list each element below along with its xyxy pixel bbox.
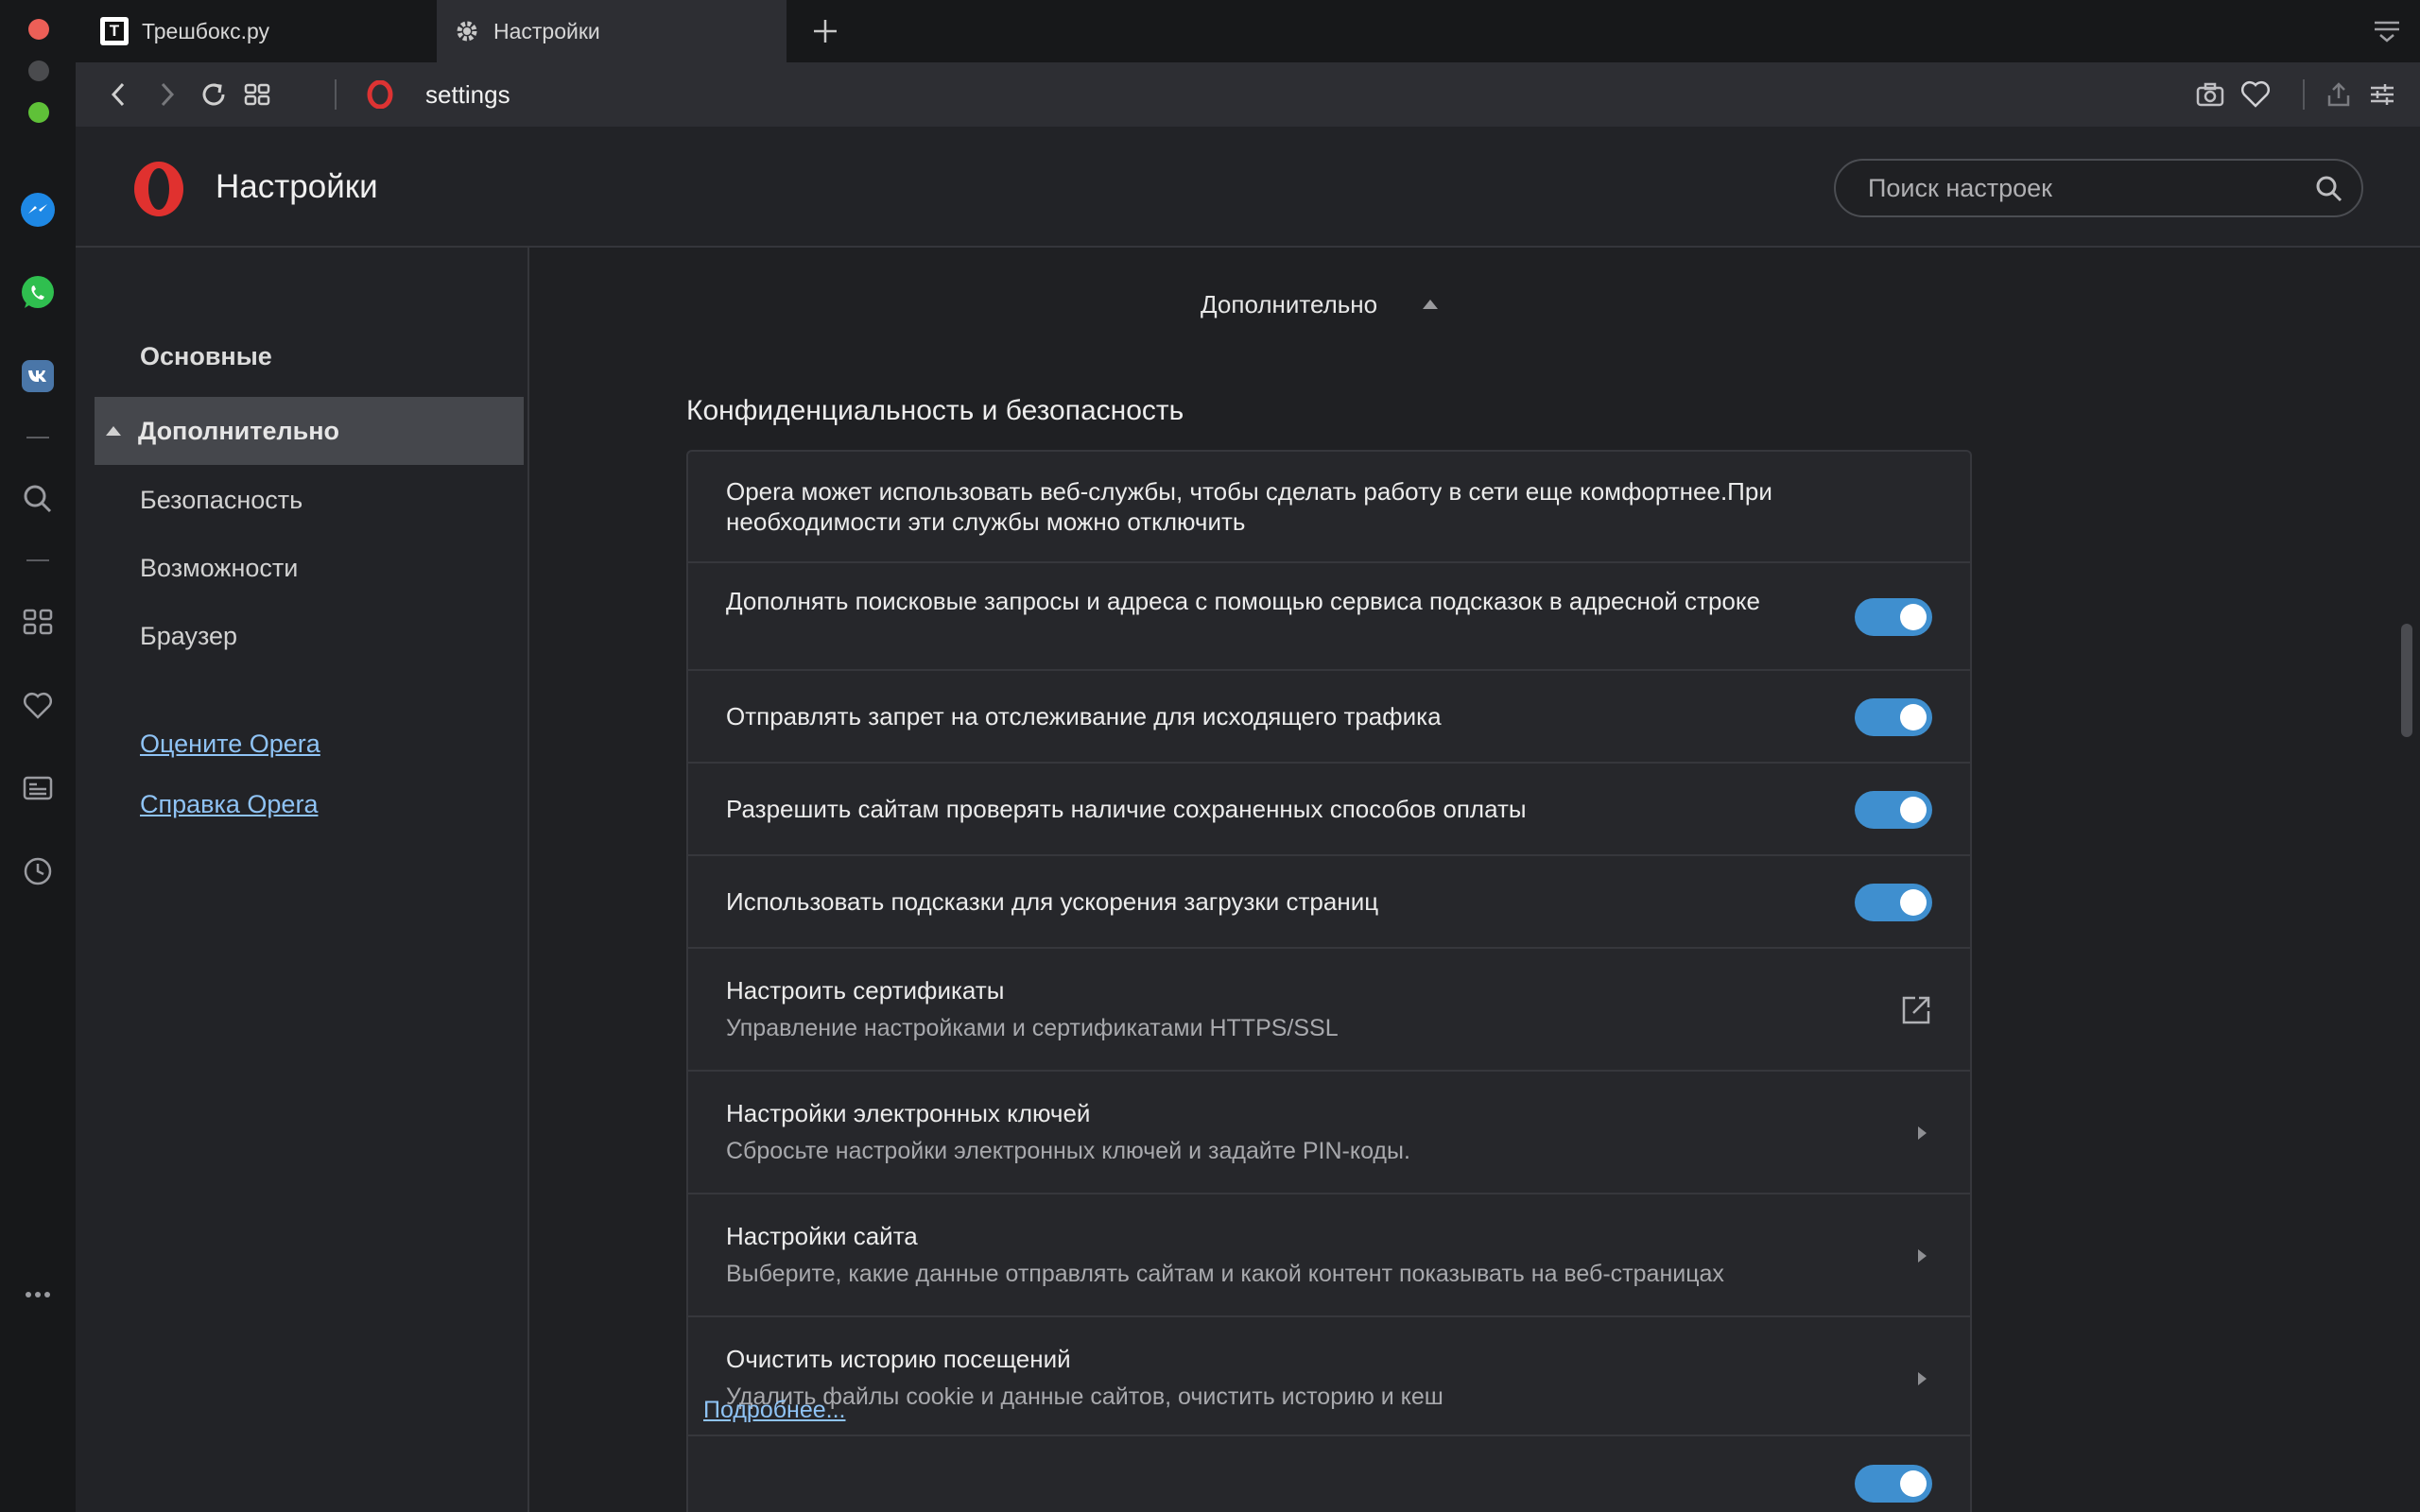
setting-row-site-settings[interactable]: Настройки сайта Выберите, какие данные о… [688,1193,1970,1315]
setting-row-payment-methods: Разрешить сайтам проверять наличие сохра… [688,762,1970,854]
caret-up-icon [106,426,121,436]
history-clock-icon[interactable] [17,850,59,892]
search-suggestions-toggle[interactable] [1855,598,1932,636]
bookmark-heart-icon[interactable] [2235,74,2276,115]
forward-button[interactable] [146,74,187,115]
minimize-window-button[interactable] [28,60,49,81]
whatsapp-icon[interactable] [17,272,59,314]
setting-label: Дополнять поисковые запросы и адреса с п… [726,587,1761,615]
reload-icon [202,83,225,106]
plus-icon [814,20,837,43]
intro-text: Opera может использовать веб-службы, что… [726,477,1772,536]
setting-row-clear-history[interactable]: Очистить историю посещений Удалить файлы… [688,1315,1970,1438]
search-icon[interactable] [17,478,59,520]
reload-button[interactable] [193,74,234,115]
setting-row-cutoff [688,1435,1970,1512]
opera-help-link[interactable]: Справка Opera [140,790,318,819]
scrollbar-thumb[interactable] [2401,624,2412,737]
new-tab-button[interactable] [804,9,847,53]
chevron-right-icon [1918,1249,1927,1263]
gear-icon [457,21,477,42]
intro-row: Opera может использовать веб-службы, что… [688,452,1970,561]
more-info-link[interactable]: Подробнее... [703,1397,846,1424]
setting-title: Настройки электронных ключей [726,1099,1091,1127]
search-input[interactable] [1868,161,2303,215]
rate-opera-link[interactable]: Оцените Opera [140,730,320,759]
chevron-right-icon [1918,1126,1927,1140]
tab-grid-button[interactable] [236,74,278,115]
nav-item-browser[interactable]: Браузер [140,622,237,651]
setting-row-preload: Использовать подсказки для ускорения заг… [688,854,1970,947]
sidebar-divider [26,437,49,438]
tab-treshbox[interactable]: T Трешбокс.ру [87,0,418,62]
caret-up-icon [1423,300,1439,309]
sidebar-divider [26,559,49,561]
speed-dial-icon[interactable] [17,601,59,643]
nav-item-basic[interactable]: Основные [140,342,272,371]
news-icon[interactable] [17,767,59,809]
back-button[interactable] [98,74,140,115]
setting-subtitle: Управление настройками и сертификатами H… [726,1015,1339,1041]
setting-subtitle: Выберите, какие данные отправлять сайтам… [726,1261,1724,1287]
external-link-icon [1902,996,1930,1024]
opera-sidebar [0,0,76,1512]
nav-item-advanced[interactable]: Дополнительно [95,397,524,465]
advanced-toggle-label: Дополнительно [1201,289,1378,318]
address-divider [2303,79,2305,110]
settings-search [1834,159,2363,217]
setting-title: Настроить сертификаты [726,976,1005,1005]
settings-main: Дополнительно Конфиденциальность и безоп… [531,248,2420,1512]
chevron-right-icon [1918,1372,1927,1385]
setting-row-security-keys[interactable]: Настройки электронных ключей Сбросьте на… [688,1070,1970,1193]
search-icon[interactable] [2312,172,2346,206]
settings-nav: Основные Дополнительно Безопасность Возм… [76,248,529,1512]
opera-site-icon [359,74,401,115]
opera-logo-icon [134,162,183,216]
address-bar: settings [76,62,2420,127]
messenger-icon[interactable] [17,189,59,231]
payment-methods-toggle[interactable] [1855,791,1932,829]
setting-title: Настройки сайта [726,1222,918,1250]
setting-row-do-not-track: Отправлять запрет на отслеживание для ис… [688,669,1970,762]
share-icon[interactable] [2318,74,2360,115]
nav-item-security[interactable]: Безопасность [140,486,302,515]
tab-label: Трешбокс.ру [142,18,270,43]
settings-header: Настройки [76,127,2420,248]
more-dots-icon[interactable] [17,1274,59,1315]
cutoff-toggle[interactable] [1855,1465,1932,1503]
bookmarks-heart-icon[interactable] [17,684,59,726]
tab-settings[interactable]: Настройки [437,0,786,62]
setting-row-search-suggestions: Дополнять поисковые запросы и адреса с п… [688,561,1970,669]
do-not-track-toggle[interactable] [1855,698,1932,736]
treshbox-favicon-icon: T [100,17,129,45]
easy-setup-icon[interactable] [2361,74,2403,115]
address-divider [335,79,337,110]
setting-row-certificates[interactable]: Настроить сертификаты Управление настрой… [688,947,1970,1070]
tab-label: Настройки [493,18,600,43]
setting-title: Очистить историю посещений [726,1345,1071,1373]
close-window-button[interactable] [28,19,49,40]
privacy-card: Opera может использовать веб-службы, что… [686,450,1972,1512]
page-title: Настройки [216,168,378,205]
setting-label: Разрешить сайтам проверять наличие сохра… [726,795,1527,823]
setting-label: Использовать подсказки для ускорения заг… [726,887,1379,916]
chevron-left-icon [111,82,125,107]
nav-item-features[interactable]: Возможности [140,554,298,583]
browser-window: T Трешбокс.ру Настройки settings Настрой… [0,0,2420,1512]
section-title: Конфиденциальность и безопасность [686,395,1184,426]
nav-item-label: Дополнительно [138,417,340,445]
chevron-right-icon [161,82,175,107]
setting-subtitle: Сбросьте настройки электронных ключей и … [726,1138,1410,1164]
preload-pages-toggle[interactable] [1855,884,1932,921]
tab-bar: T Трешбокс.ру Настройки [76,0,2420,62]
advanced-collapse-toggle[interactable]: Дополнительно [1201,285,1439,323]
snapshot-camera-icon[interactable] [2189,74,2231,115]
setting-label: Отправлять запрет на отслеживание для ис… [726,702,1442,730]
vk-icon[interactable] [17,355,59,397]
tab-menu-icon[interactable] [2371,17,2403,45]
grid-icon [244,83,270,106]
maximize-window-button[interactable] [28,102,49,123]
address-url[interactable]: settings [425,62,510,127]
